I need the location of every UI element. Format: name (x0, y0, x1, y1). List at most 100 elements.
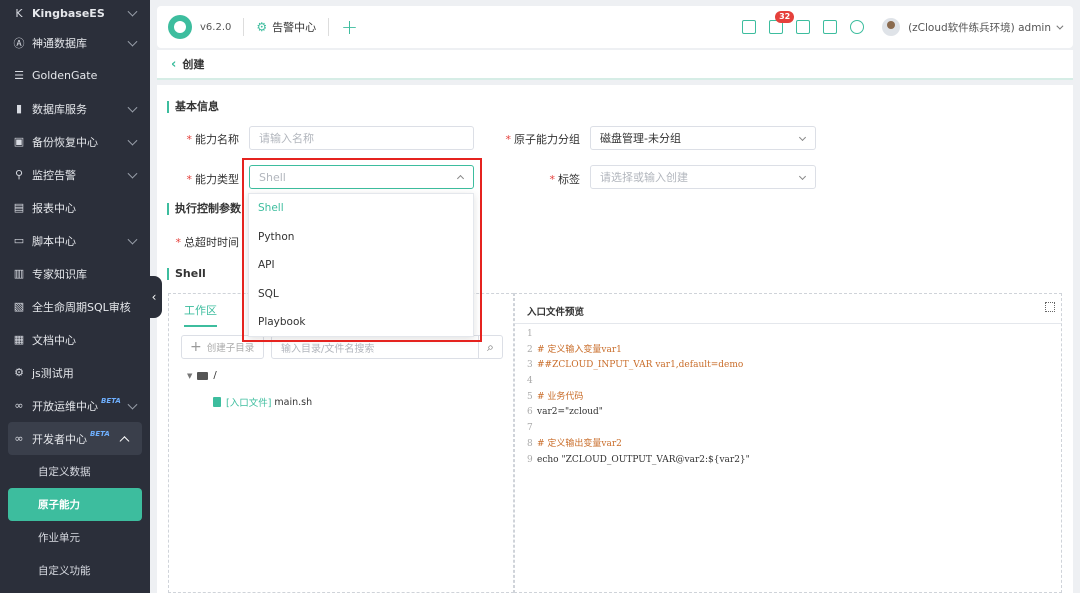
create-dir-button[interactable]: + 创建子目录 (181, 335, 264, 359)
preview-title: 入口文件预览 (527, 307, 585, 318)
dropdown-option[interactable]: SQL (249, 280, 473, 309)
section-exec-params: 执行控制参数 (167, 203, 241, 215)
sidebar-item[interactable]: ⚲ 监控告警 (0, 158, 150, 191)
sidebar-item[interactable]: K KingbaseES (0, 0, 150, 26)
clipboard-icon[interactable] (796, 20, 811, 34)
tag-select[interactable]: 请选择或输入创建 (590, 165, 816, 189)
code-line: 9 echo "ZCLOUD_OUTPUT_VAR@var2:${var2}" (527, 453, 750, 469)
user-menu[interactable]: (zCloud软件练兵环境) admin (908, 20, 1051, 35)
script-icon: ▭ (13, 234, 25, 247)
tree-root[interactable]: ▼ / (187, 370, 217, 381)
main-panel: 基本信息 * 能力名称 请输入名称 * 原子能力分组 磁盘管理-未分组 * 能力类型 … (157, 85, 1073, 593)
sidebar-item-label: KingbaseES (32, 6, 105, 20)
line-number: 7 (527, 423, 533, 434)
code-line: 4 (527, 374, 750, 390)
entry-file-tag: [入口文件] (226, 398, 272, 409)
file-icon (213, 397, 221, 407)
sidebar-item[interactable]: Ⓐ 神通数据库 (0, 26, 150, 59)
expand-icon[interactable] (1045, 302, 1055, 312)
sidebar-item-label: 备份恢复中心 (32, 135, 98, 149)
version-label: v6.2.0 (200, 21, 232, 33)
divider (515, 323, 1061, 324)
tab-label: 告警中心 (272, 21, 317, 34)
sidebar-subitem[interactable]: 自定义功能 (0, 554, 150, 587)
code-line: 3 ##ZCLOUD_INPUT_VAR var1,default=demo (527, 358, 750, 374)
type-select[interactable]: Shell (249, 165, 474, 189)
add-tab-button[interactable]: + (341, 15, 358, 39)
code-line: 5 # 业务代码 (527, 390, 750, 406)
chevron-down-icon (127, 399, 138, 410)
tab-workspace[interactable]: 工作区 (184, 302, 217, 327)
line-number: 2 (527, 344, 533, 355)
sidebar-item[interactable]: ▦ 文档中心 (0, 323, 150, 356)
dropdown-option[interactable]: Shell (249, 194, 473, 223)
dropdown-option[interactable]: Python (249, 223, 473, 252)
sidebar-item-label: GoldenGate (32, 69, 98, 82)
timeout-label: * 总超时时间 (175, 236, 240, 249)
code-line: 8 # 定义输出变量var2 (527, 437, 750, 453)
plus-icon: + (190, 339, 202, 355)
tree-root-label: / (213, 370, 217, 381)
sidebar-subitem[interactable]: 作业单元 (0, 521, 150, 554)
sidebar: K KingbaseES Ⓐ 神通数据库 ☰ GoldenGate ▮ 数据库服务 ▣ 备份恢复中… (0, 0, 150, 593)
sidebar-item[interactable]: ☰ GoldenGate (0, 59, 150, 92)
sidebar-item[interactable]: ▥ 专家知识库 (0, 257, 150, 290)
sidebar-item[interactable]: ▣ 备份恢复中心 (0, 125, 150, 158)
code-line: 6 var2="zcloud" (527, 405, 750, 421)
document-icon[interactable] (742, 20, 757, 34)
workspace-panel: 工作区 + 创建子目录 输入目录/文件名搜索 ⌕ ▼ / [入口文件] main.sh (168, 293, 514, 593)
name-input[interactable]: 请输入名称 (249, 126, 474, 150)
back-icon[interactable]: ‹ (171, 57, 176, 72)
report-icon: ▤ (13, 201, 25, 214)
circle-a-icon: Ⓐ (13, 36, 25, 50)
sidebar-item[interactable]: ▧ 全生命周期SQL审核 (0, 290, 150, 323)
tab-alert-center[interactable]: ⚙ 告警中心 (256, 19, 316, 35)
chevron-down-icon (127, 6, 138, 17)
breadcrumb: ‹ 创建 (157, 50, 1073, 80)
avatar[interactable] (882, 18, 901, 36)
file-search-input[interactable]: 输入目录/文件名搜索 ⌕ (271, 335, 503, 359)
sidebar-subitem[interactable]: 原子能力 (8, 488, 142, 521)
code-text: ##ZCLOUD_INPUT_VAR var1,default=demo (537, 360, 744, 371)
knowledge-icon: ▥ (13, 267, 25, 280)
sidebar-group-label: 开发者中心 (32, 432, 87, 446)
infinity-icon: ∞ (14, 399, 24, 412)
group-label: * 原子能力分组 (505, 133, 581, 146)
k-logo-icon: K (15, 6, 23, 20)
type-label: * 能力类型 (186, 173, 240, 186)
chevron-down-icon (798, 172, 807, 181)
search-placeholder: 输入目录/文件名搜索 (281, 343, 375, 355)
chevron-down-icon[interactable] (1056, 22, 1064, 30)
sidebar-group-developer-center[interactable]: ∞ 开发者中心 BETA (8, 422, 142, 455)
gear-icon[interactable] (850, 20, 865, 34)
sidebar-collapse-button[interactable]: ‹ (146, 276, 162, 318)
notification-badge: 32 (775, 11, 795, 23)
sidebar-item[interactable]: ▮ 数据库服务 (0, 92, 150, 125)
preview-panel: 入口文件预览 1 2 # 定义输入变量var1 3 ##ZCLOUD_INPUT_VAR… (514, 293, 1062, 593)
code-preview: 1 2 # 定义输入变量var1 3 ##ZCLOUD_INPUT_VAR var1,d… (527, 327, 750, 468)
code-line: 2 # 定义输入变量var1 (527, 343, 750, 359)
notification-icon[interactable]: 32 (769, 11, 795, 34)
sidebar-item[interactable]: ⚙ js测试用 (0, 356, 150, 389)
code-text: # 定义输入变量var1 (537, 344, 622, 355)
chevron-down-icon (127, 135, 138, 146)
caret-down-icon[interactable]: ▼ (187, 372, 192, 380)
sidebar-subitem[interactable]: 自定义数据 (0, 455, 150, 488)
name-label: * 能力名称 (186, 133, 240, 146)
dropdown-option[interactable]: Playbook (249, 308, 473, 337)
app-logo[interactable] (168, 15, 192, 39)
sidebar-subitem[interactable]: 发布审核 (0, 587, 150, 593)
chevron-up-icon (456, 174, 465, 183)
group-select[interactable]: 磁盘管理-未分组 (590, 126, 816, 150)
tree-file-main[interactable]: [入口文件] main.sh (213, 395, 312, 409)
sidebar-item[interactable]: ∞ 开放运维中心 BETA (0, 389, 150, 422)
monitor-icon[interactable] (823, 20, 838, 34)
sidebar-item[interactable]: ▭ 脚本中心 (0, 224, 150, 257)
folder-icon (197, 371, 209, 380)
sidebar-item-label: 数据库服务 (32, 102, 87, 116)
type-select-value: Shell (259, 170, 286, 184)
sidebar-item[interactable]: ▤ 报表中心 (0, 191, 150, 224)
dropdown-option[interactable]: API (249, 251, 473, 280)
line-number: 4 (527, 376, 533, 387)
search-icon[interactable]: ⌕ (478, 336, 502, 358)
